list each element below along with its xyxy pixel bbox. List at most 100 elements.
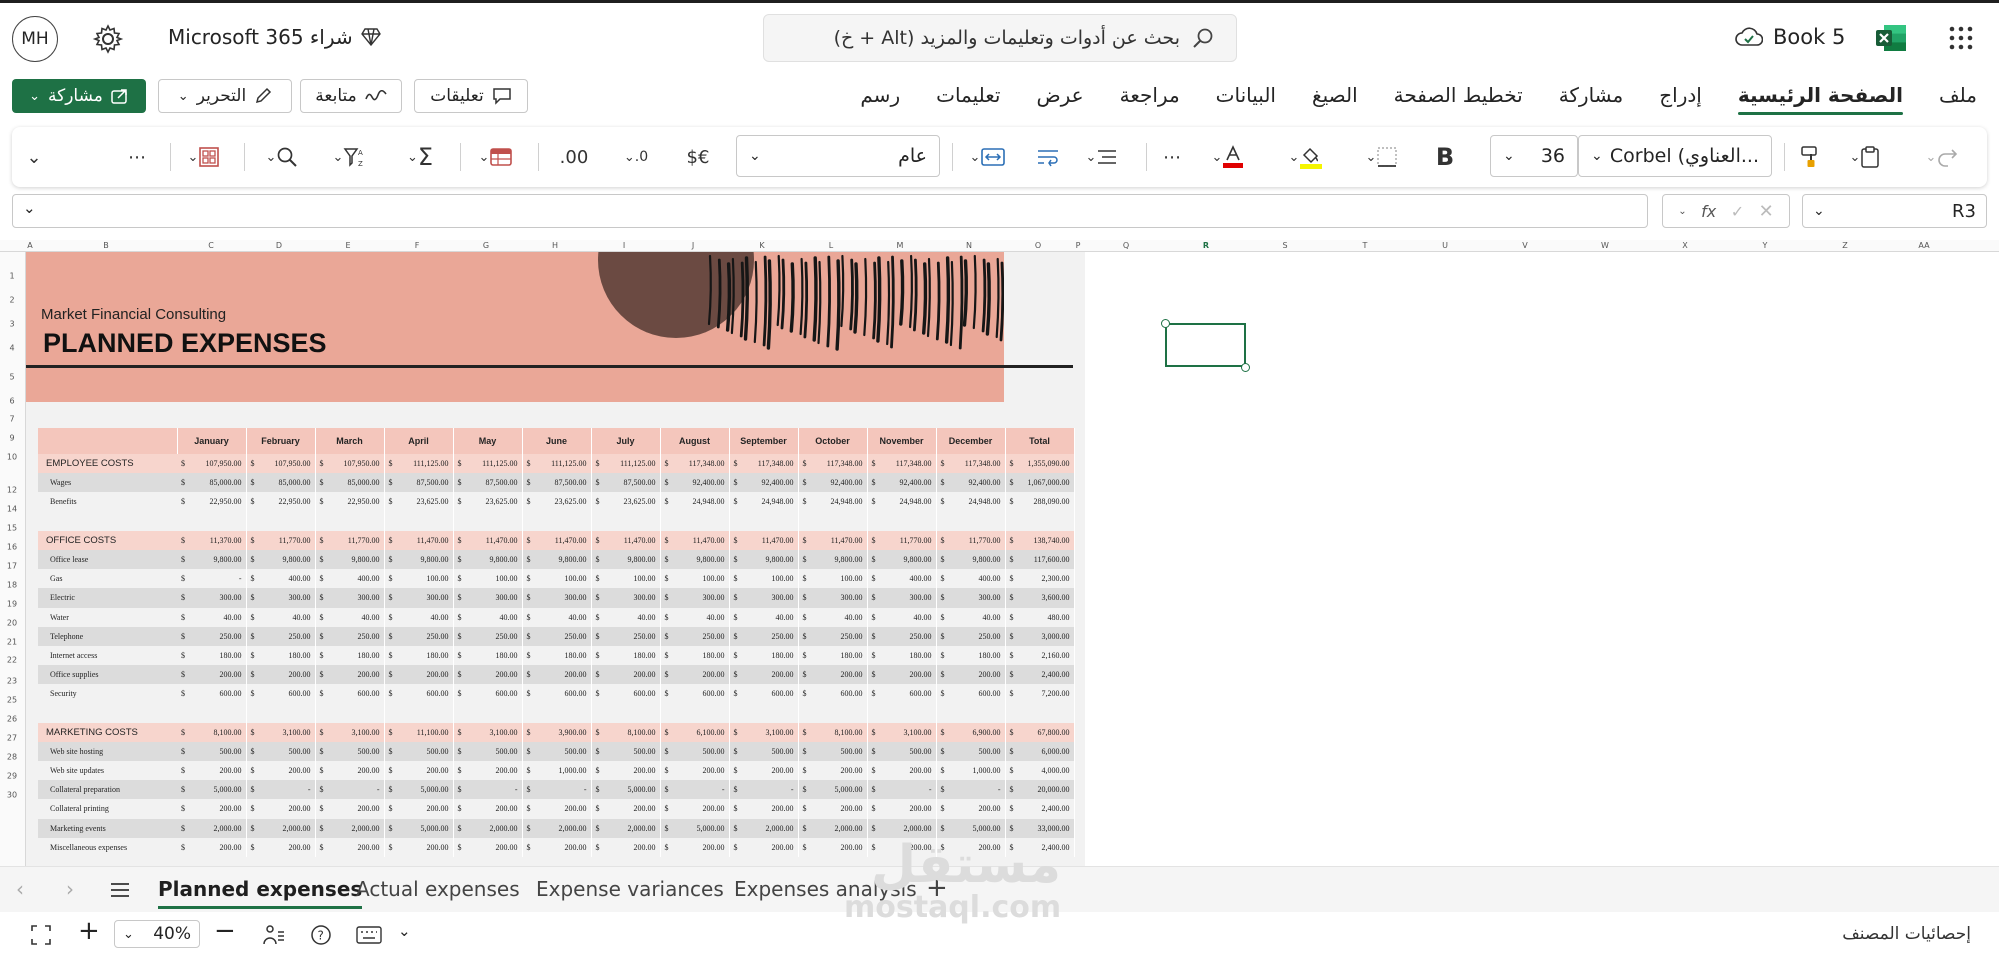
help-icon[interactable]: ?	[310, 924, 332, 946]
value-cell[interactable]: $300.00	[591, 588, 661, 608]
value-cell[interactable]: $40.00	[729, 607, 799, 627]
column-header-p[interactable]: P	[1076, 241, 1081, 250]
sheet-tab-planned-expenses[interactable]: Planned expenses	[158, 877, 363, 909]
tab-page-layout[interactable]: تخطيط الصفحة	[1394, 83, 1523, 115]
value-cell[interactable]: $200.00	[798, 799, 868, 819]
value-cell[interactable]: $250.00	[729, 626, 799, 646]
value-cell[interactable]: $180.00	[936, 645, 1006, 666]
value-cell[interactable]: $200.00	[315, 837, 385, 857]
row-header-26[interactable]: 26	[7, 715, 17, 724]
value-cell[interactable]: $24,948.00	[936, 492, 1006, 512]
value-cell[interactable]: $500.00	[798, 741, 868, 761]
zoom-out-icon[interactable]: −	[214, 916, 236, 946]
value-cell[interactable]: $ -	[453, 780, 523, 800]
value-cell[interactable]: $300.00	[729, 588, 799, 608]
value-cell[interactable]: $600.00	[246, 684, 316, 704]
currency-format-button[interactable]: $€	[680, 141, 716, 173]
value-cell[interactable]: $23,625.00	[591, 492, 661, 512]
value-cell[interactable]: $200.00	[660, 761, 730, 781]
name-box[interactable]: ⌄ R3	[1802, 194, 1987, 228]
more-options-icon[interactable]: ⋯	[118, 141, 156, 173]
column-header-k[interactable]: K	[759, 241, 764, 250]
value-cell[interactable]: $200.00	[315, 799, 385, 819]
value-cell[interactable]: $107,950.00	[315, 454, 385, 474]
value-cell[interactable]	[660, 511, 730, 531]
value-cell[interactable]: $3,100.00	[729, 722, 799, 742]
row-header-18[interactable]: 18	[7, 581, 17, 590]
row-label[interactable]	[38, 511, 177, 531]
row-label[interactable]: Web site hosting	[38, 741, 177, 761]
value-cell[interactable]	[729, 511, 799, 531]
decrease-decimal-button[interactable]: ⌄ .0	[606, 141, 666, 173]
font-color-button[interactable]: ⌄	[1198, 141, 1258, 173]
value-cell[interactable]: $250.00	[453, 626, 523, 646]
month-header[interactable]: September	[729, 428, 799, 454]
value-cell[interactable]: $107,950.00	[177, 454, 247, 474]
value-cell[interactable]: $180.00	[591, 645, 661, 666]
value-cell[interactable]: $11,770.00	[867, 530, 937, 550]
font-size-dropdown[interactable]: ⌄ 36	[1490, 135, 1578, 177]
value-cell[interactable]: $200.00	[177, 761, 247, 781]
value-cell[interactable]	[453, 511, 523, 531]
value-cell[interactable]	[660, 703, 730, 723]
value-cell[interactable]	[798, 703, 868, 723]
chevron-down-icon[interactable]: ⌄	[1678, 206, 1686, 217]
value-cell[interactable]: $200.00	[798, 665, 868, 685]
value-cell[interactable]: $40.00	[867, 607, 937, 627]
tab-review[interactable]: مراجعة	[1120, 83, 1180, 115]
tab-help[interactable]: تعليمات	[936, 83, 1000, 115]
value-cell[interactable]: $24,948.00	[660, 492, 730, 512]
value-cell[interactable]: $200.00	[729, 837, 799, 857]
value-cell[interactable]: $40.00	[660, 607, 730, 627]
value-cell[interactable]	[867, 511, 937, 531]
value-cell[interactable]: $40.00	[798, 607, 868, 627]
value-cell[interactable]: $2,160.00	[1005, 645, 1075, 666]
value-cell[interactable]: $250.00	[246, 626, 316, 646]
row-label[interactable]: OFFICE COSTS	[38, 530, 177, 550]
confirm-check-icon[interactable]: ✓	[1731, 202, 1744, 221]
value-cell[interactable]: $250.00	[591, 626, 661, 646]
column-header-j[interactable]: J	[692, 241, 694, 250]
month-header[interactable]: December	[936, 428, 1006, 454]
value-cell[interactable]: $500.00	[384, 741, 454, 761]
selection-handle[interactable]	[1161, 319, 1170, 328]
value-cell[interactable]: $100.00	[522, 569, 592, 589]
value-cell[interactable]: $300.00	[453, 588, 523, 608]
value-cell[interactable]: $180.00	[246, 645, 316, 666]
value-cell[interactable]: $180.00	[660, 645, 730, 666]
value-cell[interactable]: $200.00	[315, 761, 385, 781]
value-cell[interactable]: $117,600.00	[1005, 549, 1075, 570]
value-cell[interactable]: $117,348.00	[729, 454, 799, 474]
value-cell[interactable]: $24,948.00	[798, 492, 868, 512]
value-cell[interactable]: $ -	[867, 780, 937, 800]
expand-ribbon-chevron-icon[interactable]: ⌄	[20, 141, 48, 173]
value-cell[interactable]: $2,000.00	[246, 818, 316, 838]
row-label[interactable]: Benefits	[38, 492, 177, 512]
value-cell[interactable]: $500.00	[729, 741, 799, 761]
tab-view[interactable]: عرض	[1036, 83, 1083, 115]
value-cell[interactable]: $11,770.00	[246, 530, 316, 550]
value-cell[interactable]: $9,800.00	[246, 549, 316, 570]
row-header-9[interactable]: 9	[9, 434, 14, 443]
value-cell[interactable]: $117,348.00	[936, 454, 1006, 474]
row-header-1[interactable]: 1	[9, 272, 14, 281]
value-cell[interactable]: $87,500.00	[522, 473, 592, 493]
column-header-x[interactable]: X	[1682, 241, 1687, 250]
scroll-left-icon[interactable]: ‹	[16, 877, 24, 901]
column-header-v[interactable]: V	[1522, 241, 1527, 250]
value-cell[interactable]: $300.00	[936, 588, 1006, 608]
value-cell[interactable]: $400.00	[246, 569, 316, 589]
value-cell[interactable]: $600.00	[384, 684, 454, 704]
expand-formula-chevron-icon[interactable]: ⌄	[23, 199, 36, 217]
editing-mode-button[interactable]: ⌄ التحرير	[158, 79, 292, 113]
app-launcher-icon[interactable]	[1948, 25, 1974, 51]
column-header-e[interactable]: E	[345, 241, 350, 250]
value-cell[interactable]: $40.00	[315, 607, 385, 627]
value-cell[interactable]: $200.00	[246, 837, 316, 857]
value-cell[interactable]: $87,500.00	[591, 473, 661, 493]
find-button[interactable]: ⌄	[252, 141, 312, 173]
value-cell[interactable]: $2,000.00	[591, 818, 661, 838]
row-label[interactable]: MARKETING COSTS	[38, 722, 177, 742]
share-button[interactable]: ⌄ مشاركة	[12, 79, 146, 113]
value-cell[interactable]: $87,500.00	[384, 473, 454, 493]
